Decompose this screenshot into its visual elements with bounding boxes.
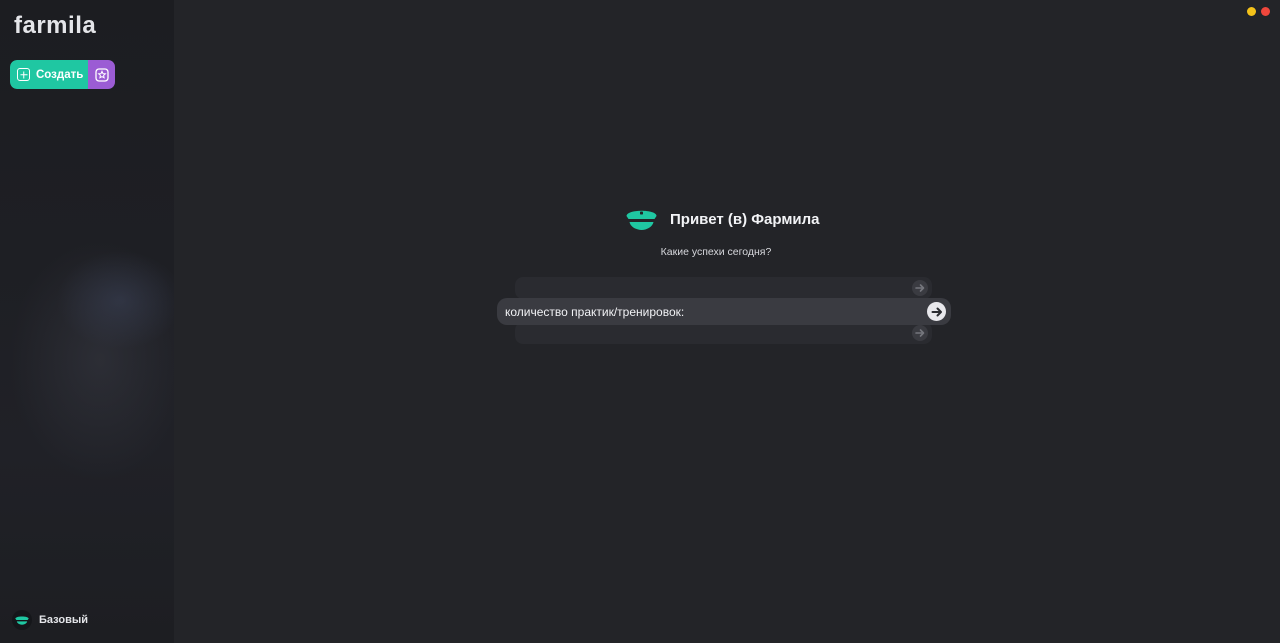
greeting-title: Привет (в) Фармила (670, 210, 820, 228)
create-button[interactable]: Создать (10, 60, 88, 89)
prompt-card-previous[interactable] (515, 277, 932, 299)
create-button-label: Создать (36, 68, 84, 81)
create-button-group: Создать (10, 60, 115, 89)
arrow-right-icon (931, 307, 942, 316)
plan-label: Базовый (39, 614, 88, 626)
sidebar: farmila Создать Базовый (0, 0, 174, 643)
favorites-button[interactable] (88, 60, 115, 89)
window-controls (1247, 7, 1270, 16)
captain-hat-icon (15, 616, 29, 625)
prompt-card-next[interactable] (515, 322, 932, 344)
send-button-next[interactable] (912, 325, 928, 341)
close-button[interactable] (1261, 7, 1270, 16)
star-badge-icon (94, 67, 109, 82)
prompt-input[interactable] (503, 303, 927, 320)
minimize-button[interactable] (1247, 7, 1256, 16)
send-button[interactable] (927, 302, 946, 321)
avatar (12, 610, 32, 630)
plan-indicator[interactable]: Базовый (12, 610, 88, 630)
prompt-bar (497, 298, 951, 325)
arrow-right-icon (915, 284, 925, 292)
send-button-previous[interactable] (912, 280, 928, 296)
greeting: Привет (в) Фармила (624, 207, 820, 231)
captain-hat-icon (626, 210, 657, 230)
arrow-right-icon (915, 329, 925, 337)
subtitle: Какие успехи сегодня? (660, 246, 772, 258)
app-logo[interactable]: farmila (14, 12, 96, 40)
plus-square-icon (17, 68, 30, 81)
